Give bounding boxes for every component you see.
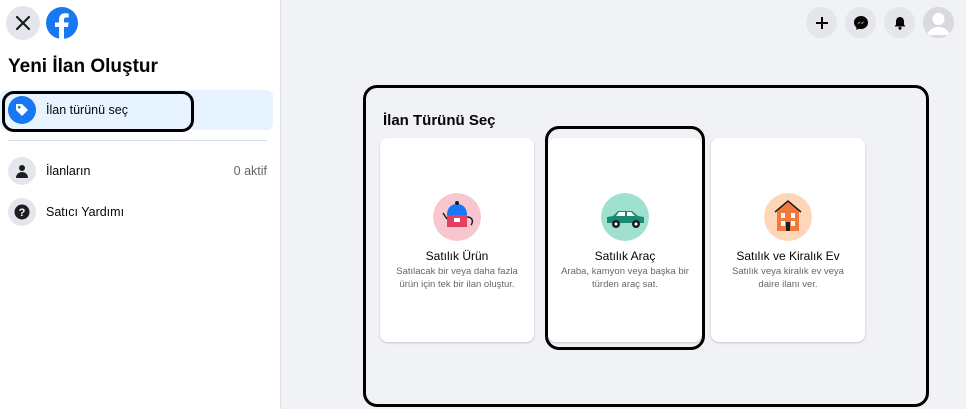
messenger-button[interactable]	[845, 7, 876, 38]
highlight-annotation-sidebar	[2, 91, 194, 132]
property-for-sale-or-rent-card[interactable]: Satılık ve Kiralık Ev Satılık veya kiral…	[711, 138, 865, 342]
sidebar-item-label: Satıcı Yardımı	[46, 205, 125, 219]
person-icon	[8, 157, 36, 185]
page-title: İlan Türünü Seç	[383, 112, 496, 129]
sidebar-item-your-listings[interactable]: İlanların 0 aktif	[0, 151, 273, 191]
notifications-button[interactable]	[884, 7, 915, 38]
messenger-icon	[853, 15, 868, 30]
close-button[interactable]	[6, 6, 40, 40]
active-count: 0 aktif	[233, 164, 267, 178]
header-actions	[806, 7, 954, 38]
facebook-logo-icon[interactable]	[46, 7, 78, 39]
avatar[interactable]	[923, 7, 954, 38]
plus-icon	[815, 16, 828, 29]
create-button[interactable]	[806, 7, 837, 38]
card-description: Satılık veya kiralık ev veya daire ilanı…	[732, 266, 844, 290]
item-for-sale-card[interactable]: Satılık Ürün Satılacak bir veya daha faz…	[380, 138, 534, 342]
avatar-placeholder-icon	[923, 7, 954, 38]
svg-text:?: ?	[19, 207, 26, 219]
sidebar: Yeni İlan Oluştur İlan türünü seç İlanla…	[0, 0, 281, 409]
bell-icon	[894, 16, 905, 30]
sidebar-item-seller-help[interactable]: ? Satıcı Yardımı	[0, 192, 273, 232]
sidebar-divider	[8, 140, 267, 141]
close-icon	[16, 16, 30, 30]
kettle-icon	[433, 193, 481, 241]
highlight-annotation-vehicle-card	[545, 126, 705, 350]
sidebar-item-label: İlanların	[46, 164, 91, 178]
card-title: Satılık Ürün	[425, 249, 489, 263]
card-description: Satılacak bir veya daha fazla ürün için …	[396, 266, 518, 290]
house-icon	[764, 193, 812, 241]
card-title: Satılık ve Kiralık Ev	[736, 249, 840, 263]
help-icon: ?	[8, 198, 36, 226]
sidebar-header	[6, 6, 78, 40]
sidebar-title: Yeni İlan Oluştur	[8, 56, 158, 77]
